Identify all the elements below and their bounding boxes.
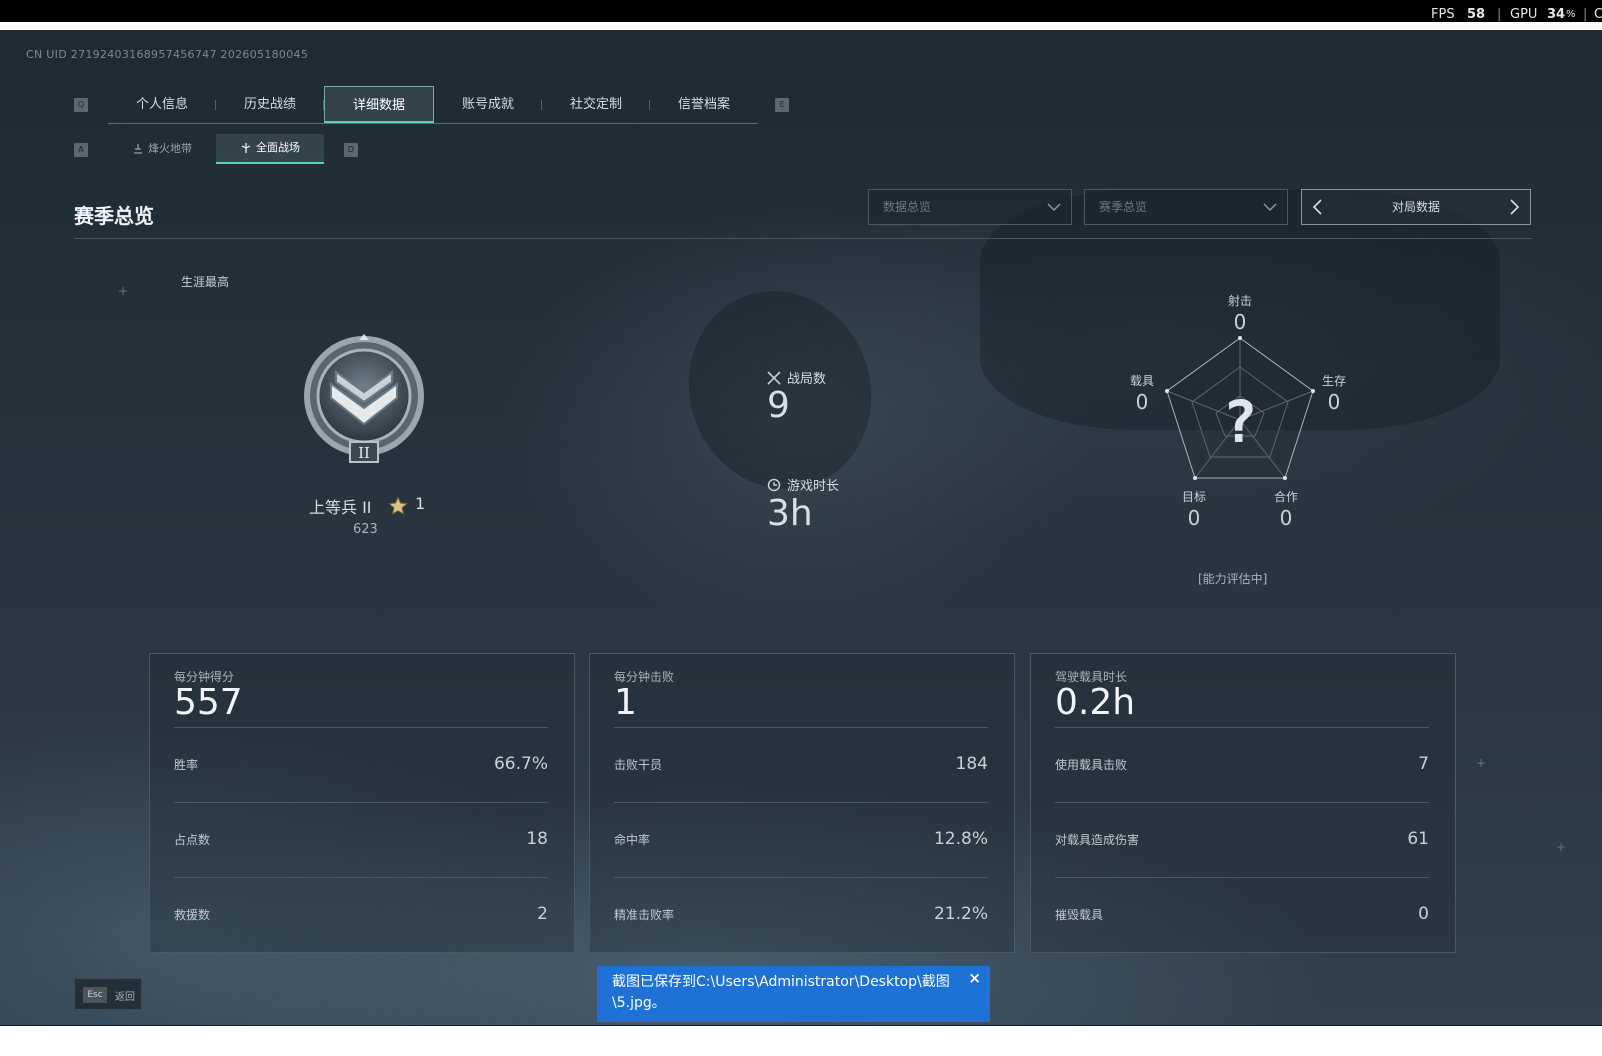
radar-vehicle-label: 载具	[1129, 374, 1154, 388]
panel-divider	[174, 802, 548, 803]
top-white-line	[0, 22, 1602, 30]
vehicle-panel: 驾驶载具时长 0.2h 使用载具击败 7 对载具造成伤害 61 摧毁载具 0	[1030, 653, 1456, 953]
radar-cooperation-label: 合作	[1273, 490, 1298, 504]
matches-label: 战局数	[787, 372, 827, 387]
star-icon	[388, 496, 408, 516]
game-screen: + + + CN UID 27192403168957456747 202605…	[0, 30, 1602, 1056]
score-panel: 每分钟得分 557 胜率 66.7% 占点数 18 救援数 2	[149, 653, 575, 953]
stat-row: 摧毁载具 0	[1055, 904, 1429, 924]
gpu-value: 34	[1547, 7, 1566, 22]
perf-sep: |	[1497, 7, 1502, 22]
matches-value: 9	[767, 385, 790, 426]
panel-divider	[1055, 877, 1429, 878]
panel-divider	[614, 802, 988, 803]
tab-achievements[interactable]: 账号成就	[434, 86, 542, 123]
tab-key-right[interactable]: E	[775, 98, 789, 112]
tab-social[interactable]: 社交定制	[542, 86, 650, 123]
tab-history[interactable]: 历史战绩	[216, 86, 324, 123]
chevron-down-icon	[1263, 203, 1277, 212]
panel-big-value: 557	[174, 682, 243, 723]
stat-row: 精准击败率 21.2%	[614, 904, 988, 924]
radar-objective-label: 目标	[1181, 490, 1206, 504]
rank-badge-icon: II	[304, 334, 424, 463]
time-label-group: 游戏时长	[767, 475, 839, 494]
chevron-right-icon[interactable]	[1506, 199, 1522, 215]
rank-name: 上等兵 II	[309, 498, 372, 517]
panel-divider	[174, 727, 548, 728]
section-title: 赛季总览	[74, 204, 154, 228]
crossed-swords-icon	[767, 370, 781, 385]
screenshot-saved-toast: 截图已保存到C:\Users\Administrator\Desktop\截图\…	[597, 966, 990, 1022]
close-icon[interactable]: ×	[968, 968, 981, 989]
section-divider	[74, 238, 1532, 239]
time-label: 游戏时长	[787, 479, 840, 494]
gpu-label: GPU	[1510, 7, 1538, 22]
main-tabs: 个人信息 历史战绩 详细数据 账号成就 社交定制 信誉档案	[108, 86, 758, 124]
ability-assessing-status: [能力评估中]	[1198, 572, 1268, 586]
back-button[interactable]: Esc 返回	[74, 978, 142, 1010]
mode-subtabs: 烽火地带 全面战场	[108, 134, 324, 164]
panel-big-value: 1	[614, 682, 637, 723]
chevron-down-icon	[1047, 203, 1061, 212]
radar-unknown-mark: ?	[1223, 388, 1258, 456]
panel-divider	[1055, 802, 1429, 803]
rank-stars: 1	[415, 494, 426, 513]
fire-zone-icon	[134, 144, 142, 154]
toast-text: 截图已保存到C:\Users\Administrator\Desktop\截图\…	[612, 974, 950, 1011]
fps-value: 58	[1467, 7, 1486, 22]
back-label: 返回	[115, 992, 135, 1003]
stat-row: 占点数 18	[174, 829, 548, 849]
pager-label: 对局数据	[1391, 200, 1440, 214]
match-data-pager: 对局数据	[1301, 189, 1531, 225]
tab-credit[interactable]: 信誉档案	[650, 86, 758, 123]
full-battle-icon	[241, 143, 251, 153]
perf-edge-char: C	[1594, 7, 1602, 22]
bottom-white-area	[0, 1026, 1602, 1056]
tab-key-left[interactable]: Q	[74, 98, 88, 112]
radar-vehicle-value: 0	[1135, 390, 1149, 414]
stat-row: 使用载具击败 7	[1055, 754, 1429, 774]
panel-divider	[1055, 727, 1429, 728]
subtab-key-left[interactable]: A	[74, 143, 88, 157]
perf-sep-2: |	[1583, 7, 1588, 22]
subtab-key-right[interactable]: D	[344, 143, 358, 157]
radar-shooting-label: 射击	[1227, 294, 1252, 308]
subtab-full-battle[interactable]: 全面战场	[216, 134, 324, 164]
rank-points: 623	[353, 522, 378, 537]
panel-big-value: 0.2h	[1055, 682, 1136, 723]
radar-survival-value: 0	[1327, 390, 1341, 414]
stat-row: 救援数 2	[174, 904, 548, 924]
fps-label: FPS	[1431, 7, 1455, 22]
time-value: 3h	[767, 493, 813, 534]
season-dropdown[interactable]: 赛季总览	[1084, 189, 1288, 225]
radar-shooting-value: 0	[1233, 310, 1247, 334]
gpu-unit: %	[1566, 9, 1576, 20]
panel-divider	[614, 727, 988, 728]
deco-plus-icon-3: +	[1556, 840, 1567, 854]
clock-icon	[767, 478, 781, 491]
top-black-bar: FPS 58 | GPU 34 % | C	[0, 0, 1602, 22]
ability-radar-chart: ?	[1165, 336, 1315, 480]
stat-row: 对载具造成伤害 61	[1055, 829, 1429, 849]
player-uid: CN UID 27192403168957456747 202605180045	[26, 48, 309, 61]
panel-divider	[174, 877, 548, 878]
radar-survival-label: 生存	[1321, 374, 1346, 388]
stat-row: 命中率 12.8%	[614, 829, 988, 849]
panel-divider	[614, 877, 988, 878]
data-overview-dropdown[interactable]: 数据总览	[868, 189, 1072, 225]
svg-text:II: II	[358, 444, 370, 462]
radar-cooperation-value: 0	[1279, 506, 1293, 530]
esc-key: Esc	[83, 987, 107, 1003]
deco-plus-icon: +	[118, 284, 129, 298]
kills-panel: 每分钟击败 1 击败干员 184 命中率 12.8% 精准击败率 21.2%	[589, 653, 1015, 953]
tab-personal-info[interactable]: 个人信息	[108, 86, 216, 123]
stat-row: 胜率 66.7%	[174, 754, 548, 774]
career-best-label: 生涯最高	[181, 275, 230, 289]
tab-detailed-data[interactable]: 详细数据	[324, 86, 434, 123]
stat-row: 击败干员 184	[614, 754, 988, 774]
chevron-left-icon[interactable]	[1310, 199, 1326, 215]
radar-objective-value: 0	[1187, 506, 1201, 530]
subtab-fire-zone[interactable]: 烽火地带	[108, 134, 216, 164]
deco-plus-icon-2: +	[1476, 756, 1487, 770]
